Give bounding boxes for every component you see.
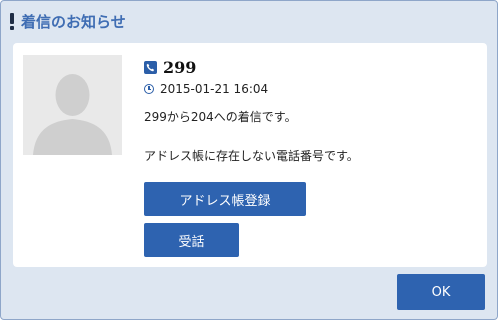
dialog-titlebar: 着信のお知らせ [9,9,126,33]
dialog-title: 着信のお知らせ [21,12,126,31]
call-timestamp: 2015-01-21 16:04 [160,82,269,96]
clock-icon [144,84,154,94]
caller-number: 299 [163,58,197,77]
answer-button[interactable]: 受話 [144,223,239,257]
person-silhouette-icon [23,55,122,155]
call-time-row: 2015-01-21 16:04 [144,82,268,96]
avatar [23,55,122,155]
exclamation-icon [9,12,15,30]
caller-row: 299 [144,58,196,77]
incoming-call-dialog: 着信のお知らせ 299 2015-01-21 16:04 299から204への着… [0,0,498,320]
phone-icon [144,61,157,74]
ok-button[interactable]: OK [397,274,485,310]
unknown-number-message: アドレス帳に存在しない電話番号です。 [144,149,359,163]
incoming-call-message: 299から204への着信です。 [144,110,297,124]
address-book-register-button[interactable]: アドレス帳登録 [144,182,306,216]
dialog-content: 299 2015-01-21 16:04 299から204への着信です。 アドレ… [13,43,487,267]
